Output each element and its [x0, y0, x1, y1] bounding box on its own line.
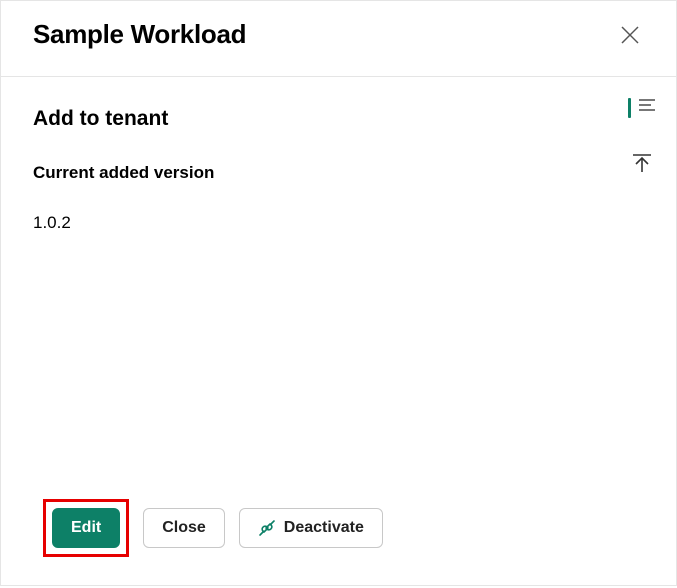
deactivate-button[interactable]: Deactivate	[239, 508, 383, 548]
section-title: Add to tenant	[33, 107, 644, 131]
version-label: Current added version	[33, 163, 644, 183]
header-bar: Sample Workload	[1, 1, 676, 77]
edit-button[interactable]: Edit	[52, 508, 120, 548]
edit-button-label: Edit	[71, 519, 101, 537]
panel: Sample Workload Add to tenant Current ad…	[0, 0, 677, 586]
edit-highlight-frame: Edit	[43, 499, 129, 557]
align-left-icon[interactable]	[628, 93, 656, 121]
unplug-icon	[258, 519, 276, 537]
close-icon[interactable]	[616, 21, 644, 49]
close-button-label: Close	[162, 519, 206, 537]
close-button[interactable]: Close	[143, 508, 225, 548]
side-toolbar	[628, 93, 656, 177]
version-value: 1.0.2	[33, 213, 644, 233]
deactivate-button-label: Deactivate	[284, 519, 364, 537]
page-title: Sample Workload	[33, 19, 246, 50]
body-content: Add to tenant Current added version 1.0.…	[1, 77, 676, 499]
footer-actions: Edit Close Deactivate	[1, 499, 676, 585]
move-to-top-icon[interactable]	[628, 149, 656, 177]
